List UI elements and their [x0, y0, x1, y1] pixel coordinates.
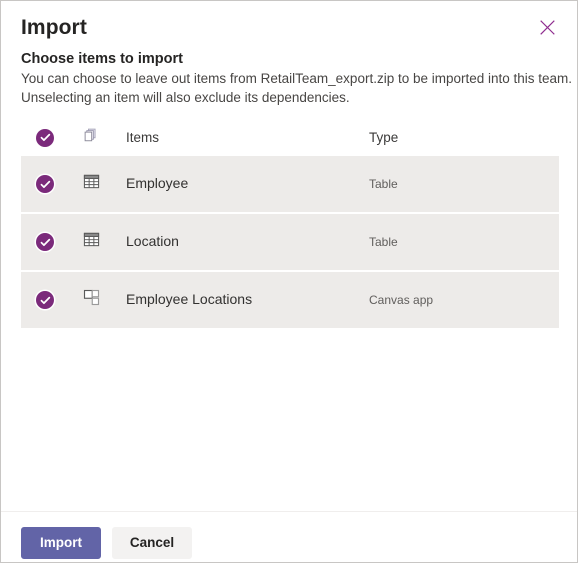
column-header-type-cell[interactable]: Type — [368, 129, 559, 147]
dialog-footer: Import Cancel — [21, 527, 192, 559]
cancel-button[interactable]: Cancel — [112, 527, 192, 559]
row-name-cell: Employee Locations — [113, 291, 368, 309]
table-row[interactable]: Location Table — [21, 214, 559, 272]
row-type-icon-cell — [69, 289, 113, 311]
row-checkbox-cell[interactable] — [21, 175, 69, 193]
description-line-2: Unselecting an item will also exclude it… — [21, 89, 350, 105]
row-type-cell: Table — [368, 233, 559, 251]
table-row[interactable]: Employee Table — [21, 156, 559, 214]
copy-pages-icon — [84, 128, 99, 148]
dialog-description: You can choose to leave out items from R… — [21, 70, 573, 107]
item-type: Canvas app — [369, 293, 434, 307]
row-name-cell: Location — [113, 233, 368, 251]
page-title: Import — [21, 16, 87, 39]
item-name: Location — [126, 233, 179, 249]
row-type-icon-cell — [69, 231, 113, 253]
item-name: Employee Locations — [126, 291, 253, 307]
import-button[interactable]: Import — [21, 527, 101, 559]
row-checkbox-cell[interactable] — [21, 291, 69, 309]
select-all-cell[interactable] — [21, 128, 69, 147]
row-type-cell: Table — [368, 175, 559, 193]
table-icon — [83, 231, 100, 253]
table-row[interactable]: Employee Locations Canvas app — [21, 272, 559, 328]
canvas-app-icon — [83, 289, 100, 311]
item-type: Table — [369, 235, 398, 249]
row-type-cell: Canvas app — [368, 291, 559, 309]
check-circle-icon[interactable] — [36, 128, 54, 147]
row-checkbox-cell[interactable] — [21, 233, 69, 251]
item-name: Employee — [126, 175, 189, 191]
import-items-list: Items Type Employee Table Location Table… — [21, 119, 559, 328]
close-button[interactable] — [531, 13, 563, 45]
column-header-items: Items — [126, 129, 160, 145]
dialog-subtitle: Choose items to import — [21, 51, 183, 67]
footer-divider — [1, 511, 577, 512]
type-glyph-header-cell — [69, 128, 113, 148]
column-header-type: Type — [369, 129, 399, 145]
row-type-icon-cell — [69, 173, 113, 195]
import-dialog: Import Choose items to import You can ch… — [0, 0, 578, 563]
description-line-1: You can choose to leave out items from R… — [21, 71, 573, 86]
row-name-cell: Employee — [113, 175, 368, 193]
check-circle-icon[interactable] — [36, 291, 54, 309]
item-type: Table — [369, 177, 398, 191]
check-circle-icon[interactable] — [36, 175, 54, 193]
dialog-header: Import — [21, 13, 557, 47]
list-header-row: Items Type — [21, 119, 559, 156]
close-icon — [539, 20, 555, 38]
column-header-items-cell[interactable]: Items — [113, 129, 368, 147]
table-icon — [83, 173, 100, 195]
check-circle-icon[interactable] — [36, 233, 54, 251]
